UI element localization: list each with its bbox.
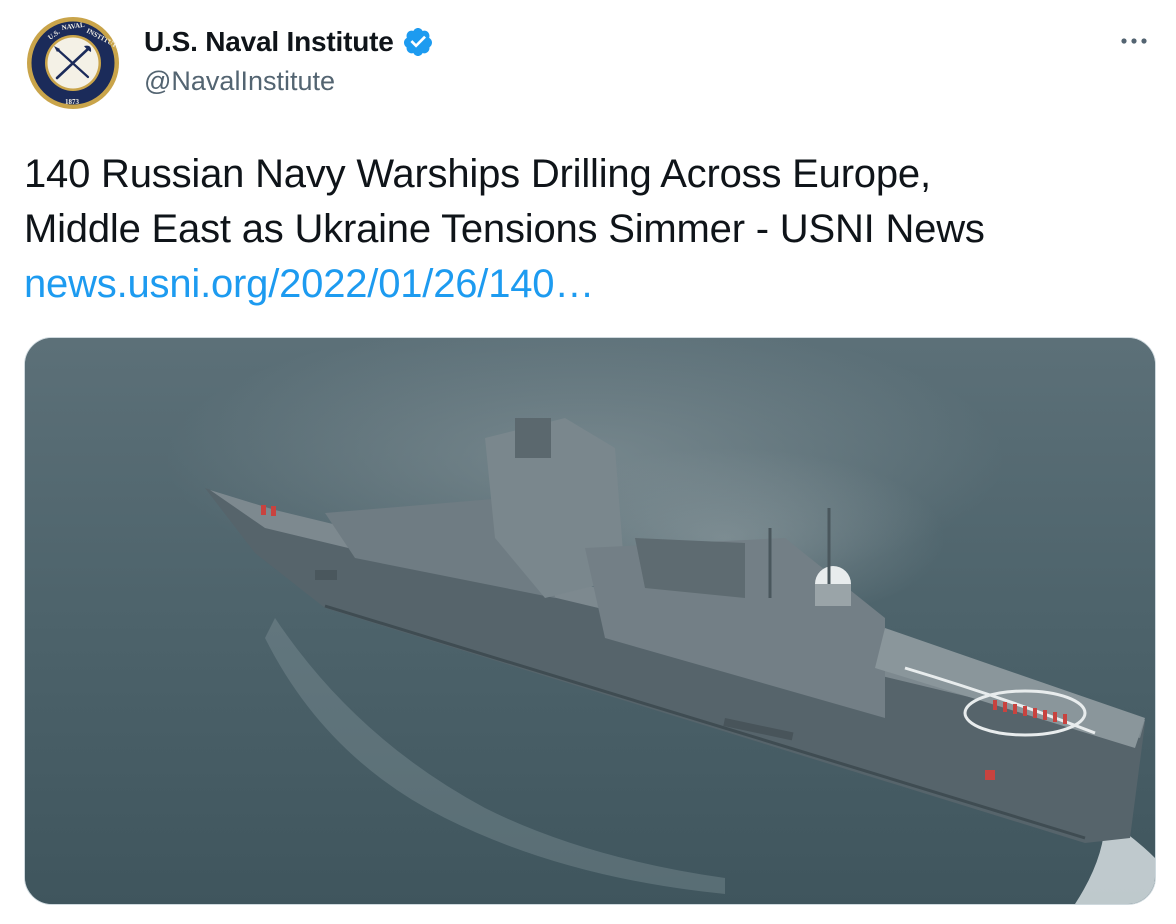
- more-horizontal-icon[interactable]: [1116, 26, 1152, 56]
- article-link[interactable]: news.usni.org/2022/01/26/140…: [24, 257, 1154, 312]
- author-display-name[interactable]: U.S. Naval Institute: [144, 26, 394, 58]
- tweet-text: 140 Russian Navy Warships Drilling Acros…: [24, 147, 1154, 312]
- verified-badge-icon: [403, 28, 432, 56]
- naval-institute-seal-icon: U.S. NAVAL INSTITUTE 1873: [27, 17, 120, 109]
- frigate-photo: [25, 338, 1155, 904]
- avatar[interactable]: U.S. NAVAL INSTITUTE 1873: [26, 16, 120, 110]
- tweet-media-photo[interactable]: [24, 337, 1156, 905]
- author-handle[interactable]: @NavalInstitute: [144, 66, 335, 97]
- tweet-text-line-1: 140 Russian Navy Warships Drilling Acros…: [24, 152, 931, 196]
- tweet-text-line-2: Middle East as Ukraine Tensions Simmer -…: [24, 207, 985, 251]
- author-name-row[interactable]: U.S. Naval Institute: [144, 25, 434, 59]
- tweet-card: U.S. NAVAL INSTITUTE 1873 U.S. Naval Ins…: [0, 0, 1176, 924]
